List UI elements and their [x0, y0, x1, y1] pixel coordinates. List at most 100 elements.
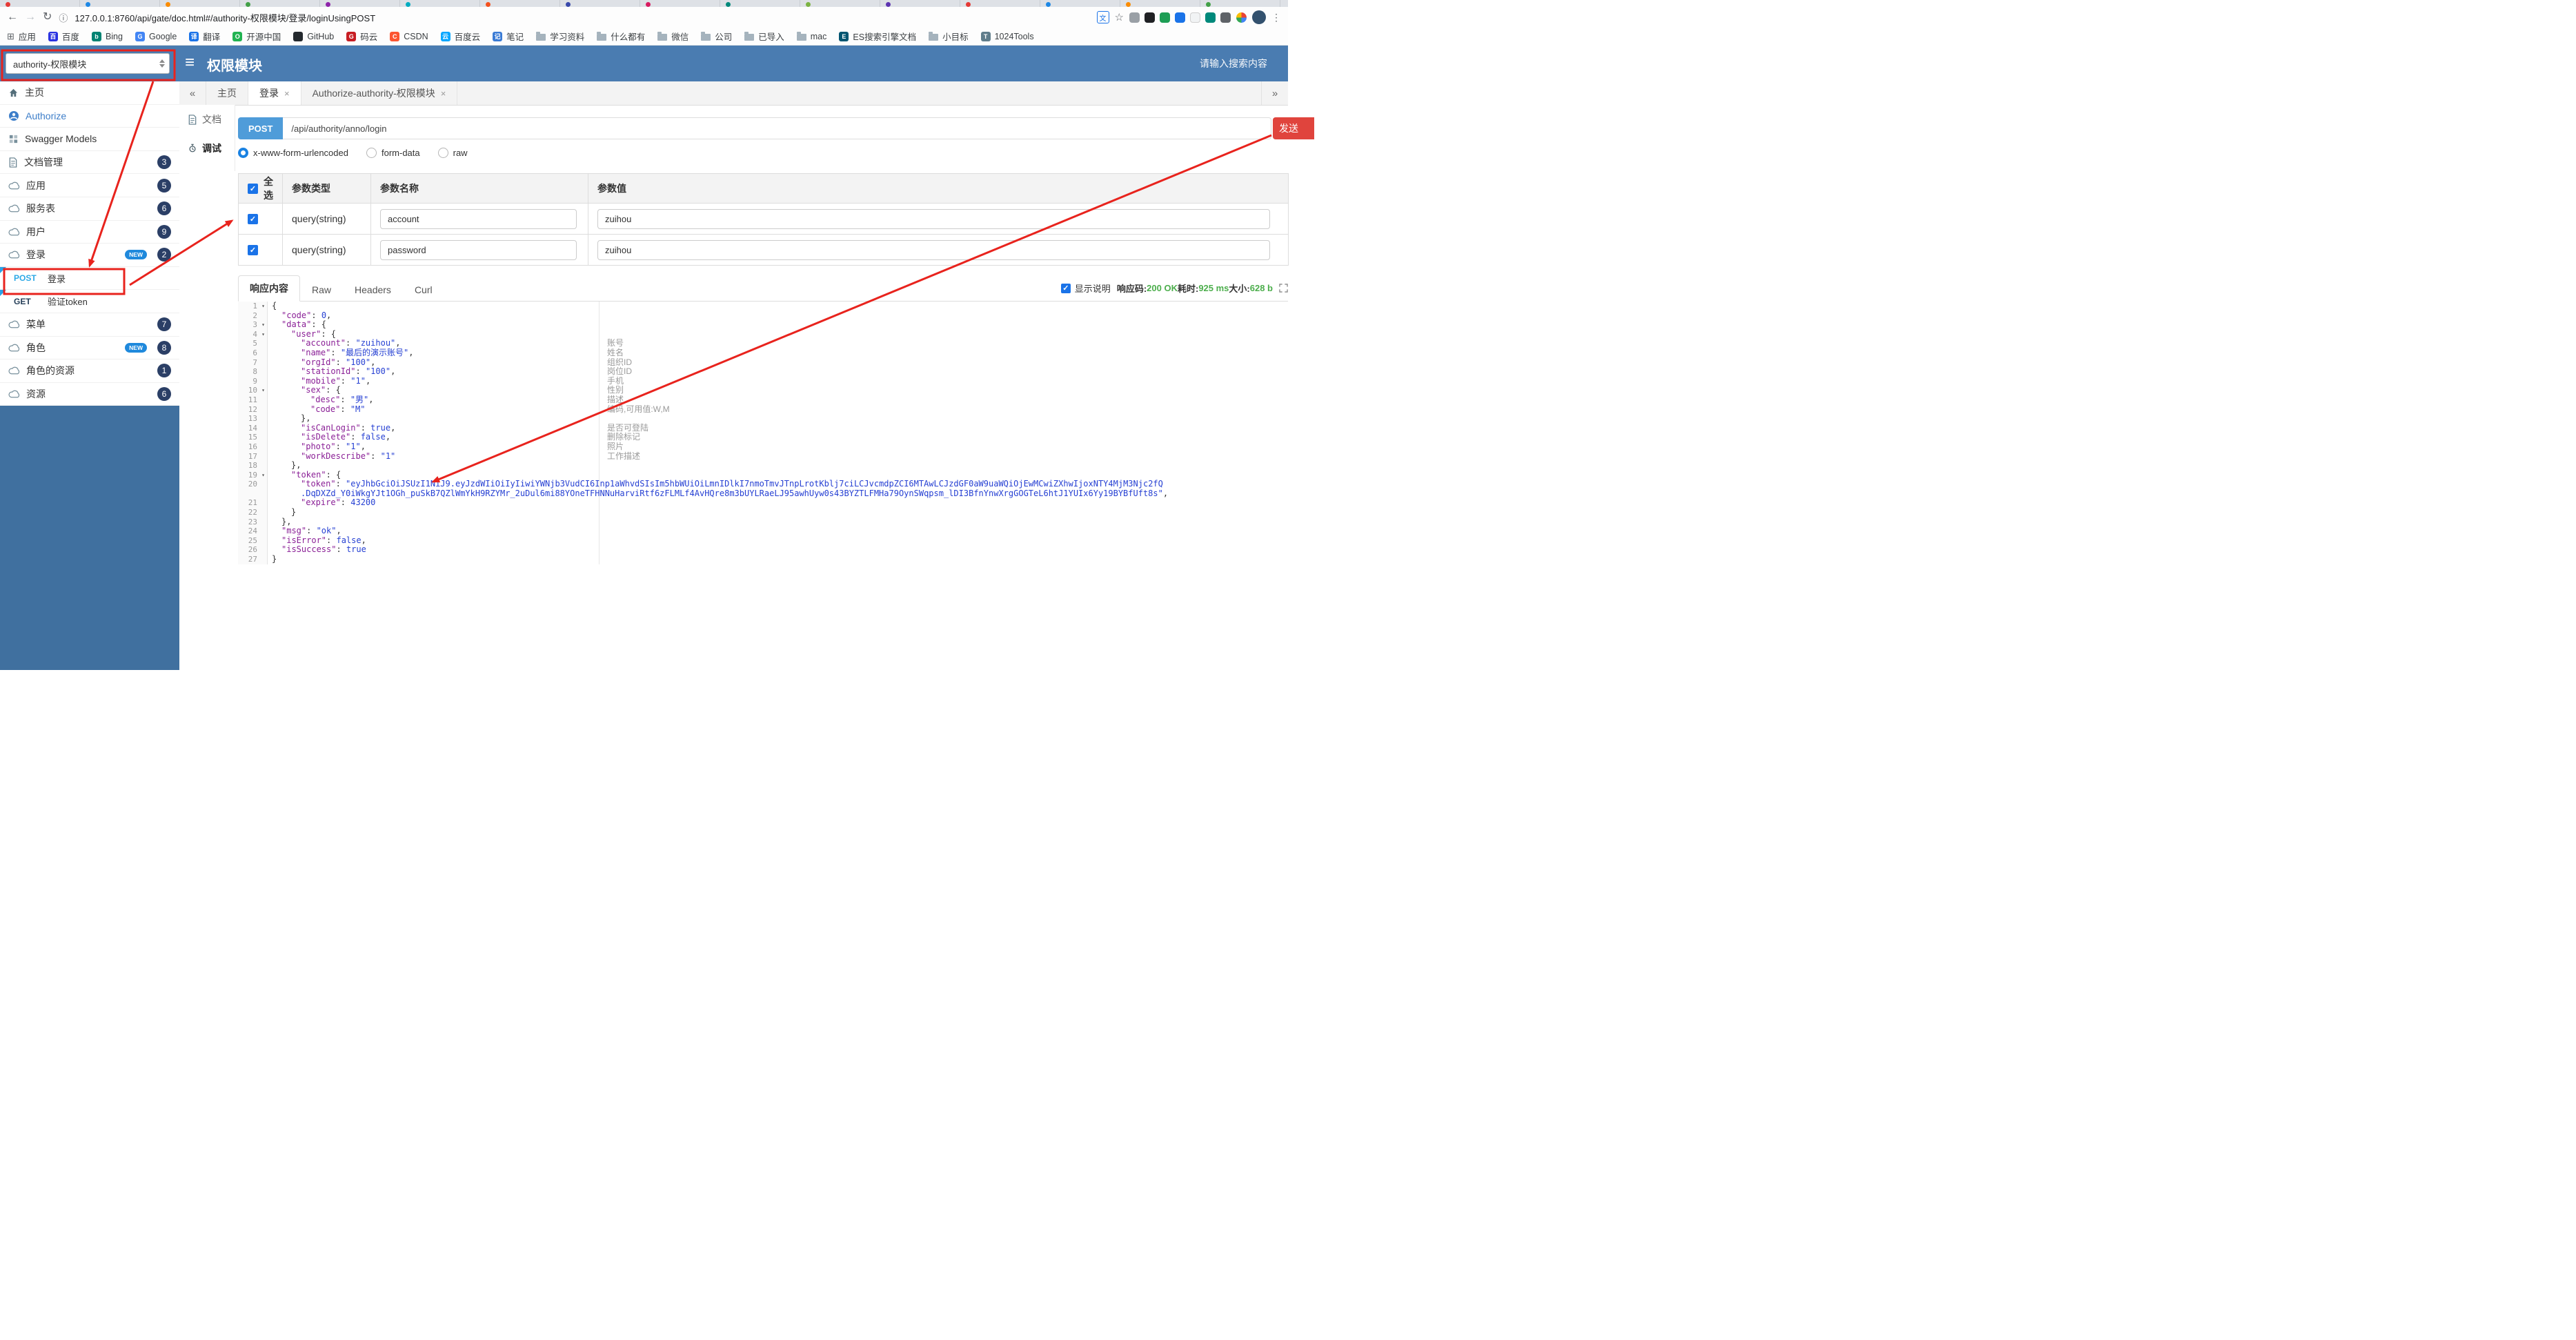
browser-tab[interactable]: [880, 0, 960, 7]
module-select[interactable]: authority-权限模块: [6, 53, 170, 74]
sidebar-item-login-post[interactable]: POST 登录: [0, 266, 179, 290]
sidebar-item-home[interactable]: 主页: [0, 81, 179, 105]
browser-tab[interactable]: [800, 0, 880, 7]
bookmark-item[interactable]: b Bing: [91, 31, 123, 41]
doc-tab[interactable]: 登录 ×: [248, 81, 301, 105]
fold-toggle-icon[interactable]: [259, 526, 268, 536]
extension-icon[interactable]: [1160, 12, 1170, 23]
browser-tab[interactable]: [1040, 0, 1120, 7]
fold-toggle-icon[interactable]: [259, 367, 268, 377]
param-value-input[interactable]: [597, 208, 1270, 229]
fold-toggle-icon[interactable]: [259, 414, 268, 424]
browser-menu-icon[interactable]: ⋮: [1271, 12, 1281, 23]
extension-icon[interactable]: [1175, 12, 1185, 23]
extension-icon[interactable]: [1129, 12, 1140, 23]
bookmark-item[interactable]: 记 笔记: [493, 30, 524, 43]
sidebar-item-user[interactable]: 用户 9: [0, 220, 179, 244]
radio-icon[interactable]: [366, 147, 377, 158]
fold-toggle-icon[interactable]: [259, 442, 268, 452]
param-name-input[interactable]: [380, 239, 577, 260]
response-tab[interactable]: 响应内容: [238, 275, 300, 302]
browser-tab[interactable]: [0, 0, 80, 7]
bookmark-item[interactable]: ⊞ 应用: [7, 30, 36, 43]
fold-toggle-icon[interactable]: [259, 555, 268, 564]
browser-tab[interactable]: [400, 0, 480, 7]
fold-toggle-icon[interactable]: [259, 311, 268, 321]
browser-tab[interactable]: [1200, 0, 1280, 7]
fold-toggle-icon[interactable]: [259, 376, 268, 386]
sidebar-item-authorize[interactable]: Authorize: [0, 104, 179, 128]
sidebar-item-swagger-models[interactable]: Swagger Models: [0, 128, 179, 151]
bookmark-item[interactable]: G 码云: [346, 30, 377, 43]
fold-toggle-icon[interactable]: [259, 480, 268, 489]
bookmark-item[interactable]: 百 百度: [48, 30, 79, 43]
fold-toggle-icon[interactable]: [259, 535, 268, 546]
bookmark-item[interactable]: 什么都有: [597, 30, 645, 43]
browser-tab[interactable]: [720, 0, 800, 7]
radio-icon[interactable]: [238, 147, 248, 158]
refresh-button[interactable]: ↻: [43, 12, 52, 23]
radio-icon[interactable]: [437, 147, 448, 158]
bookmark-item[interactable]: 微信: [657, 30, 688, 43]
fold-toggle-icon[interactable]: [259, 451, 268, 462]
expand-icon[interactable]: [1279, 284, 1288, 293]
bookmark-item[interactable]: 云 百度云: [440, 30, 480, 43]
fold-toggle-icon[interactable]: ▾: [259, 302, 268, 311]
fold-toggle-icon[interactable]: [259, 423, 268, 433]
row-checkbox[interactable]: [248, 213, 258, 224]
tab-document[interactable]: 文档: [179, 105, 235, 134]
sidebar-item-service-table[interactable]: 服务表 6: [0, 197, 179, 221]
fold-toggle-icon[interactable]: ▾: [259, 386, 268, 395]
fold-toggle-icon[interactable]: ▾: [259, 329, 268, 339]
fold-toggle-icon[interactable]: [259, 433, 268, 442]
bookmark-item[interactable]: 小目标: [929, 30, 969, 43]
sidebar-item-app[interactable]: 应用 5: [0, 174, 179, 197]
param-name-input[interactable]: [380, 208, 577, 229]
fold-toggle-icon[interactable]: ▾: [259, 320, 268, 330]
tabs-scroll-left-icon[interactable]: «: [179, 81, 206, 105]
bookmark-item[interactable]: O 开源中国: [232, 30, 281, 43]
fold-toggle-icon[interactable]: [259, 357, 268, 368]
row-checkbox[interactable]: [248, 244, 258, 255]
profile-avatar[interactable]: [1252, 10, 1266, 24]
browser-tab[interactable]: [560, 0, 640, 7]
sidebar-item-menu[interactable]: 菜单 7: [0, 313, 179, 337]
bookmark-item[interactable]: GitHub: [293, 31, 334, 41]
menu-toggle-icon[interactable]: ≡: [185, 52, 195, 73]
show-description-checkbox[interactable]: [1060, 283, 1071, 293]
fold-toggle-icon[interactable]: [259, 339, 268, 348]
browser-tab[interactable]: [80, 0, 160, 7]
fold-toggle-icon[interactable]: [259, 489, 268, 499]
close-icon[interactable]: ×: [284, 88, 290, 99]
show-description-toggle[interactable]: 显示说明: [1060, 282, 1111, 295]
extension-icon[interactable]: [1220, 12, 1231, 23]
bookmark-item[interactable]: T 1024Tools: [980, 31, 1034, 41]
tabs-scroll-right-icon[interactable]: »: [1261, 81, 1288, 105]
fold-toggle-icon[interactable]: [259, 395, 268, 405]
sidebar-item-login[interactable]: 登录 NEW 2: [0, 244, 179, 267]
bookmark-item[interactable]: 译 翻译: [189, 30, 220, 43]
extension-icon[interactable]: [1190, 12, 1200, 23]
fold-toggle-icon[interactable]: [259, 404, 268, 415]
response-tab[interactable]: Curl: [403, 278, 444, 302]
browser-tab[interactable]: [960, 0, 1040, 7]
sidebar-item-doc-manage[interactable]: 文档管理 3: [0, 150, 179, 175]
extension-icon[interactable]: [1205, 12, 1216, 23]
content-type-option[interactable]: x-www-form-urlencoded: [238, 147, 348, 158]
header-search-input[interactable]: 请输入搜索内容: [1200, 57, 1267, 70]
close-icon[interactable]: ×: [441, 88, 446, 99]
browser-tab[interactable]: [160, 0, 240, 7]
browser-tab[interactable]: [240, 0, 320, 7]
bookmark-item[interactable]: mac: [796, 31, 826, 41]
address-bar[interactable]: 127.0.0.1:8760/api/gate/doc.html#/author…: [75, 11, 1089, 24]
forward-button[interactable]: →: [25, 12, 36, 23]
bookmark-item[interactable]: C CSDN: [390, 31, 428, 41]
fold-toggle-icon[interactable]: [259, 498, 268, 509]
fold-toggle-icon[interactable]: [259, 348, 268, 358]
sidebar-item-role[interactable]: 角色 NEW 8: [0, 336, 179, 360]
doc-tab[interactable]: Authorize-authority-权限模块 ×: [301, 81, 458, 105]
tab-debug[interactable]: 调试: [179, 134, 235, 163]
fold-toggle-icon[interactable]: ▾: [259, 470, 268, 480]
page-info-icon[interactable]: ⓘ: [59, 11, 68, 24]
send-button[interactable]: 发送: [1273, 117, 1314, 139]
